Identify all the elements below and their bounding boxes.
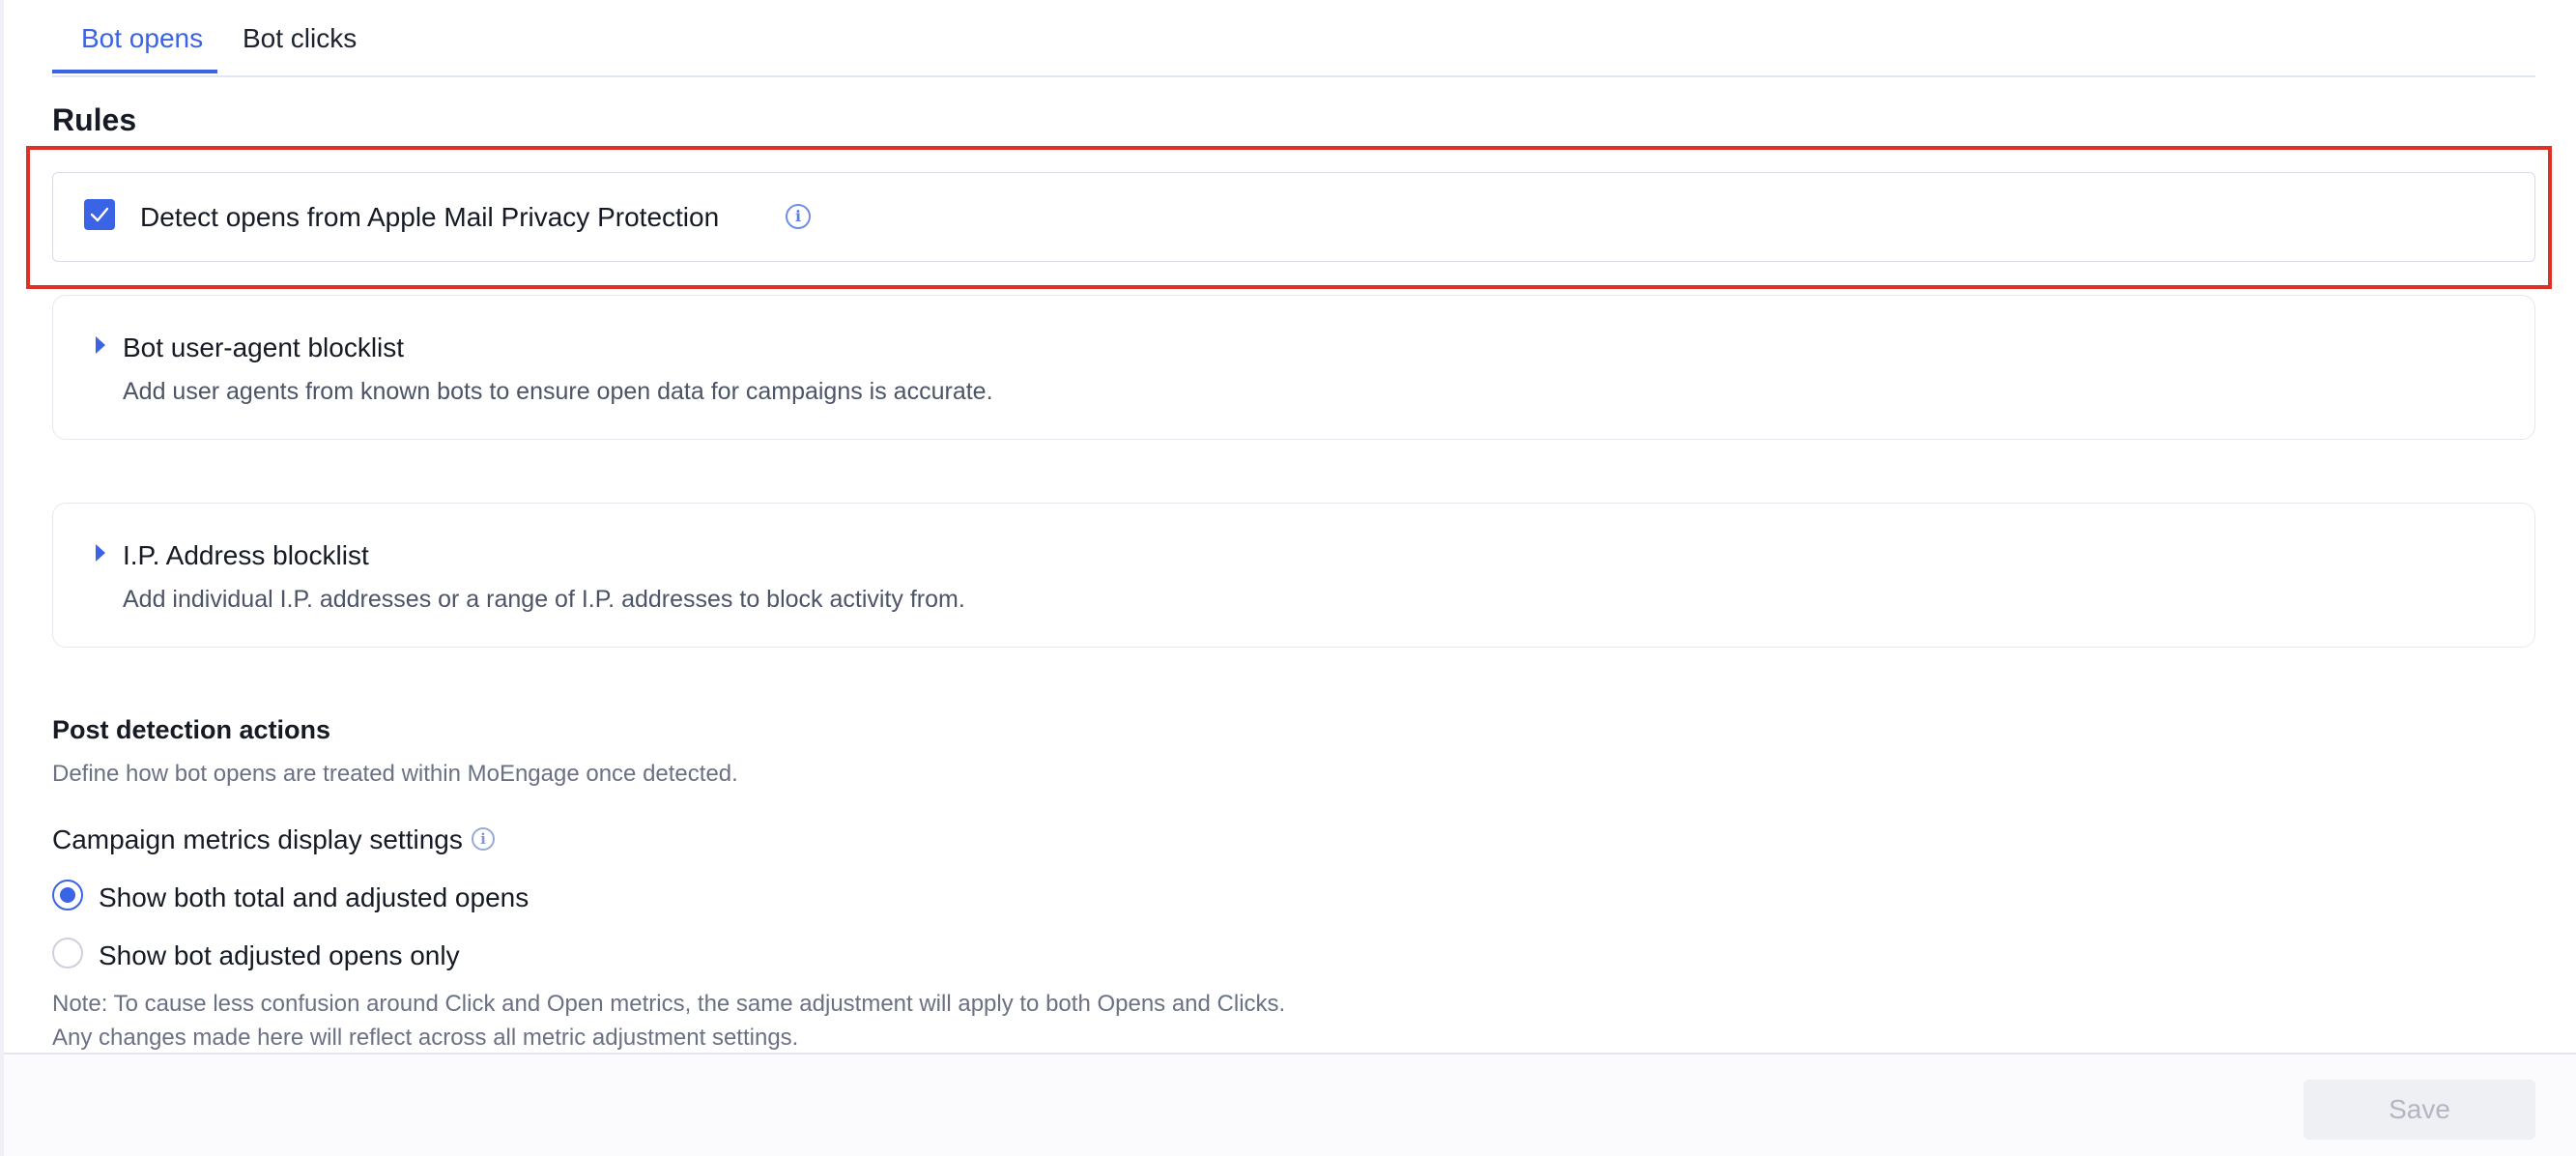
accordion-description: Add individual I.P. addresses or a range… xyxy=(123,586,965,613)
left-border xyxy=(0,0,4,1156)
rules-heading: Rules xyxy=(52,102,137,137)
caret-right-icon[interactable] xyxy=(96,544,105,562)
active-tab-indicator xyxy=(52,70,217,73)
accordion-description: Add user agents from known bots to ensur… xyxy=(123,378,993,405)
apple-mpp-rule-card: Detect opens from Apple Mail Privacy Pro… xyxy=(52,172,2535,262)
tab-bar: Bot opens Bot clicks xyxy=(52,0,2535,77)
note-text: Any changes made here will reflect acros… xyxy=(52,1025,799,1051)
tab-bot-clicks[interactable]: Bot clicks xyxy=(243,23,357,54)
post-detection-description: Define how bot opens are treated within … xyxy=(52,761,738,787)
ip-address-blocklist-card[interactable]: I.P. Address blocklist Add individual I.… xyxy=(52,503,2535,648)
apple-mpp-label[interactable]: Detect opens from Apple Mail Privacy Pro… xyxy=(140,202,719,233)
radio-button[interactable] xyxy=(52,938,83,968)
radio-label[interactable]: Show both total and adjusted opens xyxy=(99,882,529,913)
save-button[interactable]: Save xyxy=(2304,1080,2535,1140)
checkmark-icon xyxy=(90,207,109,222)
accordion-title[interactable]: Bot user-agent blocklist xyxy=(123,332,404,363)
user-agent-blocklist-card[interactable]: Bot user-agent blocklist Add user agents… xyxy=(52,295,2535,440)
radio-label[interactable]: Show bot adjusted opens only xyxy=(99,940,460,971)
footer-bar: Save xyxy=(4,1053,2576,1156)
caret-right-icon[interactable] xyxy=(96,336,105,354)
tab-bot-opens[interactable]: Bot opens xyxy=(81,23,203,54)
info-icon[interactable]: i xyxy=(472,827,495,851)
info-icon[interactable]: i xyxy=(786,204,811,229)
apple-mpp-checkbox[interactable] xyxy=(84,199,115,230)
post-detection-title: Post detection actions xyxy=(52,715,331,744)
radio-button[interactable] xyxy=(52,880,83,910)
note-text: Note: To cause less confusion around Cli… xyxy=(52,991,1286,1017)
accordion-title[interactable]: I.P. Address blocklist xyxy=(123,540,369,571)
metrics-settings-title: Campaign metrics display settings xyxy=(52,824,463,854)
